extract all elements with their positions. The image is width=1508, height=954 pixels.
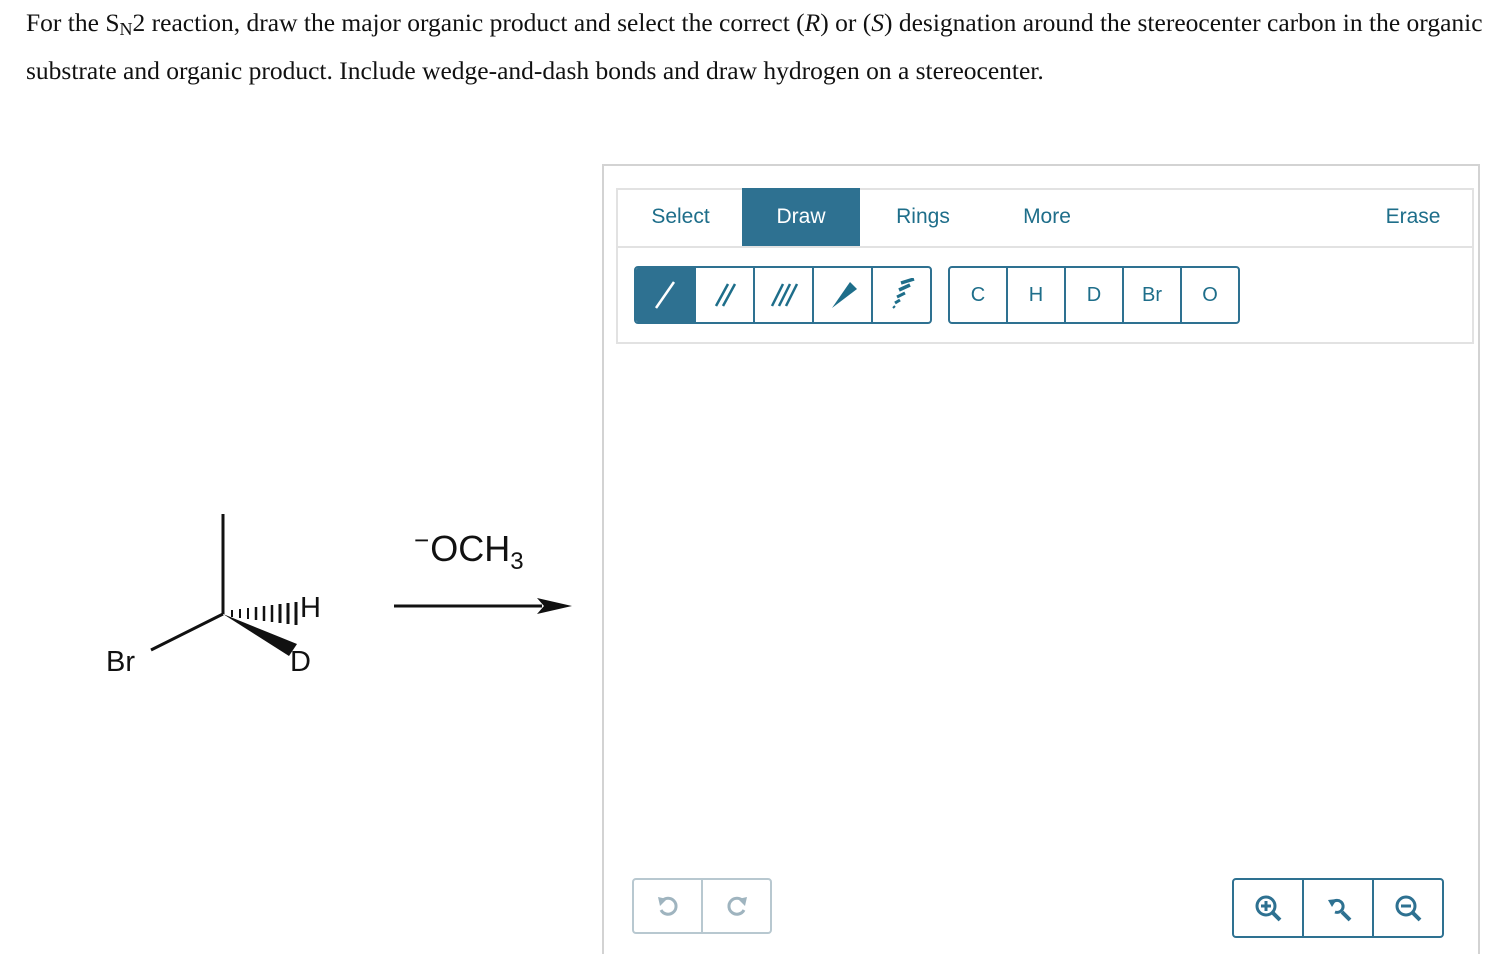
atom-h-label: H <box>300 592 321 624</box>
zoom-out-button[interactable] <box>1374 880 1442 936</box>
reagent-label: −OCH3 <box>414 527 524 574</box>
undo-button[interactable] <box>634 880 703 932</box>
reagent-subscript: 3 <box>510 548 524 575</box>
reagent-charge: − <box>414 525 430 555</box>
atom-br-label: Br <box>106 646 135 678</box>
atom-br-button[interactable]: Br <box>1124 268 1182 322</box>
zoom-in-icon <box>1255 895 1282 922</box>
history-group <box>632 878 772 934</box>
atom-tool-group: C H D Br O <box>948 266 1240 324</box>
single-bond-button[interactable] <box>636 268 696 322</box>
redo-icon <box>726 896 747 916</box>
triple-bond-button[interactable] <box>755 268 814 322</box>
tab-bar: Select Draw Rings More Erase <box>616 188 1474 248</box>
wedge-bond-button[interactable] <box>814 268 873 322</box>
tab-erase[interactable]: Erase <box>1360 188 1466 246</box>
undo-icon <box>657 896 678 916</box>
atom-d-label: D <box>290 646 311 678</box>
question-text-part: 2 reaction, draw the major organic produ… <box>132 8 805 37</box>
wedge-bond-d <box>223 614 297 656</box>
question-s-label: S <box>871 8 884 37</box>
tab-more[interactable]: More <box>992 188 1102 246</box>
drawing-canvas[interactable] <box>616 344 1474 864</box>
double-bond-button[interactable] <box>696 268 755 322</box>
zoom-group <box>1232 878 1444 938</box>
reaction-arrow <box>394 598 572 614</box>
atom-c-button[interactable]: C <box>950 268 1008 322</box>
double-bond-icon <box>714 283 736 307</box>
tab-rings[interactable]: Rings <box>868 188 978 246</box>
question-text-part: ) or ( <box>820 8 872 37</box>
bond-tool-group <box>634 266 932 324</box>
question-subscript: N <box>119 19 133 39</box>
question-text: For the SN2 reaction, draw the major org… <box>26 2 1486 92</box>
wedge-bond-icon <box>831 282 857 308</box>
zoom-out-icon <box>1395 895 1422 922</box>
tab-draw[interactable]: Draw <box>742 188 860 246</box>
tool-panel: C H D Br O <box>616 248 1474 344</box>
question-text-part: For the S <box>26 8 120 37</box>
dash-bond-icon <box>891 278 915 309</box>
redo-button[interactable] <box>703 880 770 932</box>
triple-bond-icon <box>770 283 798 307</box>
dash-bond-button[interactable] <box>873 268 930 322</box>
zoom-reset-icon <box>1328 898 1352 922</box>
br-bond <box>150 612 224 652</box>
drawing-widget: Select Draw Rings More Erase C H D Br O <box>602 164 1480 954</box>
atom-d-button[interactable]: D <box>1066 268 1124 322</box>
zoom-in-button[interactable] <box>1234 880 1304 936</box>
atom-h-button[interactable]: H <box>1008 268 1066 322</box>
reagent-formula: OCH <box>430 528 511 569</box>
atom-o-button[interactable]: O <box>1182 268 1238 322</box>
single-bond-icon <box>654 281 676 309</box>
tab-select[interactable]: Select <box>628 188 733 246</box>
zoom-reset-button[interactable] <box>1304 880 1374 936</box>
question-r-label: R <box>804 8 821 37</box>
